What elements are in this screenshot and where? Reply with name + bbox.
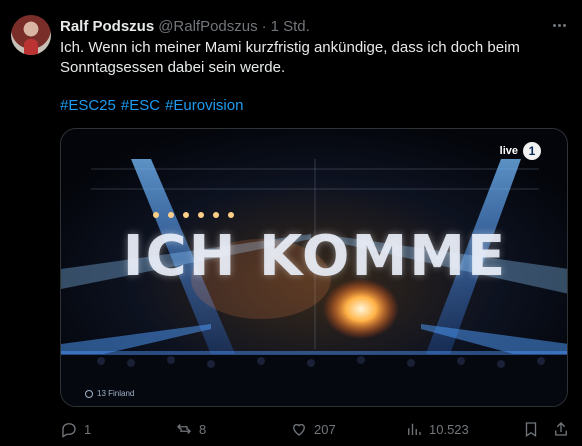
hashtag-link[interactable]: #Eurovision: [165, 96, 243, 116]
reply-count: 1: [84, 421, 92, 437]
repost-button[interactable]: 8: [175, 418, 206, 440]
like-button[interactable]: 207: [290, 418, 336, 440]
tweet-header: Ralf Podszus @RalfPodszus · 1 Std.: [60, 16, 310, 36]
caption-text: 13 Finland: [97, 389, 135, 398]
tweet[interactable]: Ralf Podszus @RalfPodszus · 1 Std. Ich. …: [0, 0, 582, 446]
bookmark-icon: [525, 422, 537, 438]
live-label: live: [499, 145, 518, 157]
hashtag-link[interactable]: #ESC: [121, 96, 160, 116]
repost-icon: [177, 424, 191, 434]
live-badge: live 1: [500, 142, 541, 160]
action-bar: 1 8 207 10.523: [60, 418, 570, 440]
hashtags: #ESC25 #ESC #Eurovision: [60, 96, 243, 116]
separator: ·: [261, 17, 267, 35]
author-handle[interactable]: @RalfPodszus: [158, 18, 257, 35]
reply-icon: [62, 423, 76, 438]
tweet-text: Ich. Wenn ich meiner Mami kurzfristig an…: [60, 39, 520, 76]
like-count: 207: [314, 421, 336, 437]
bookmark-button[interactable]: [522, 418, 540, 440]
like-icon: [293, 423, 305, 436]
avatar[interactable]: [11, 15, 51, 55]
timestamp[interactable]: 1 Std.: [271, 18, 310, 35]
views-count: 10.523: [429, 421, 469, 437]
tweet-media[interactable]: ICH KOMME live 1 13 Finland: [60, 128, 568, 407]
author-name[interactable]: Ralf Podszus: [60, 18, 154, 35]
views-icon: [408, 423, 421, 435]
channel-logo: 1: [523, 142, 541, 160]
reply-button[interactable]: 1: [60, 418, 91, 440]
more-icon[interactable]: [548, 14, 570, 36]
hashtag-link[interactable]: #ESC25: [60, 96, 116, 116]
share-button[interactable]: [552, 418, 570, 440]
heart-outline-icon: [85, 389, 93, 398]
media-caption: 13 Finland: [85, 389, 134, 398]
share-icon: [555, 422, 567, 436]
overlay-title: ICH KOMME: [122, 224, 508, 289]
views-button[interactable]: 10.523: [405, 418, 469, 440]
repost-count: 8: [199, 421, 207, 437]
